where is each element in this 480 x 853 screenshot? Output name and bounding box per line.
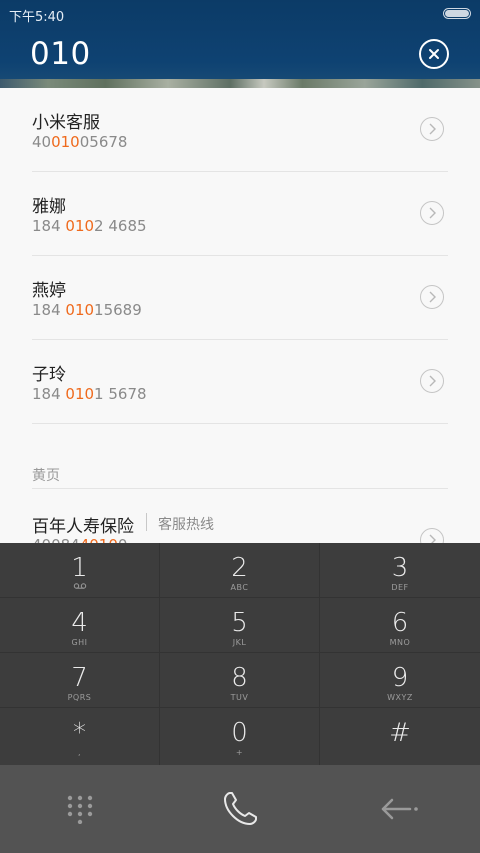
contact-number: 184 01015689 (32, 301, 142, 319)
number-match: 010 (51, 133, 80, 151)
contact-list[interactable]: 小米客服 4001005678 雅娜 184 0102 4685 燕婷 184 … (0, 88, 480, 543)
contact-name: 小米客服 (32, 113, 100, 133)
dialed-number: 010 (30, 36, 91, 72)
key-8[interactable]: 8 TUV (160, 653, 320, 708)
phone-icon (224, 792, 257, 825)
section-divider (32, 488, 448, 489)
contact-detail-button[interactable] (420, 201, 444, 225)
battery-icon (443, 8, 471, 19)
contact-name: 子玲 (32, 365, 66, 385)
key-9[interactable]: 9 WXYZ (320, 653, 480, 708)
close-icon (429, 49, 439, 59)
number-match: 010 (65, 301, 95, 319)
contact-number: 4001005678 (32, 133, 128, 151)
chevron-right-icon (429, 123, 436, 135)
key-1[interactable]: 1 (0, 543, 160, 598)
key-star[interactable]: *, (0, 708, 160, 765)
divider (146, 513, 147, 531)
contact-number: 184 0101 5678 (32, 385, 147, 403)
contact-number: 184 0102 4685 (32, 217, 147, 235)
dialpad-icon (67, 795, 93, 824)
contact-name: 雅娜 (32, 197, 66, 217)
voicemail-icon (73, 583, 86, 589)
contact-row[interactable]: 小米客服 4001005678 (32, 88, 448, 172)
dialpad-toggle-button[interactable] (0, 765, 160, 853)
dial-keypad: 1 2 ABC 3 DEF 4 GHI 5 JKL 6 MNO 7 PQRS 8 TUV 9W… (0, 543, 480, 765)
contact-row[interactable]: 子玲 184 0101 5678 (32, 340, 448, 424)
number-match: 010 (65, 385, 95, 403)
contact-row[interactable]: 燕婷 184 01015689 (32, 256, 448, 340)
contact-detail-button[interactable] (420, 285, 444, 309)
backspace-arrow-icon (381, 798, 418, 820)
contact-detail-button[interactable] (420, 117, 444, 141)
yellow-pages-name: 百年人寿保险 (32, 517, 134, 537)
yellow-pages-number: 4008440100 (32, 536, 127, 543)
clear-button[interactable] (419, 39, 449, 69)
header-scenery-strip (0, 79, 480, 88)
key-4[interactable]: 4 GHI (0, 598, 160, 653)
header: 下午5:40 010 (0, 0, 480, 88)
contact-detail-button[interactable] (420, 369, 444, 393)
key-7[interactable]: 7 PQRS (0, 653, 160, 708)
contact-name: 燕婷 (32, 281, 66, 301)
call-button[interactable] (160, 765, 320, 853)
key-3[interactable]: 3 DEF (320, 543, 480, 598)
status-time: 下午5:40 (9, 10, 65, 25)
number-match: 010 (65, 217, 95, 235)
yellow-pages-label: 黄页 (32, 468, 60, 484)
backspace-button[interactable] (320, 765, 480, 853)
chevron-right-icon (429, 207, 436, 219)
key-0[interactable]: 0 + (160, 708, 320, 765)
chevron-right-icon (429, 534, 436, 543)
yellow-pages-tag: 客服热线 (158, 517, 214, 533)
key-5[interactable]: 5 JKL (160, 598, 320, 653)
bottom-action-bar (0, 765, 480, 853)
contact-detail-button[interactable] (420, 528, 444, 543)
key-6[interactable]: 6 MNO (320, 598, 480, 653)
yellow-pages-row[interactable]: 百年人寿保险 客服热线 4008440100 (32, 498, 448, 543)
chevron-right-icon (429, 291, 436, 303)
chevron-right-icon (429, 375, 436, 387)
number-match: 4010 (80, 536, 118, 543)
contact-row[interactable]: 雅娜 184 0102 4685 (32, 172, 448, 256)
key-hash[interactable]: # (320, 708, 480, 765)
key-2[interactable]: 2 ABC (160, 543, 320, 598)
